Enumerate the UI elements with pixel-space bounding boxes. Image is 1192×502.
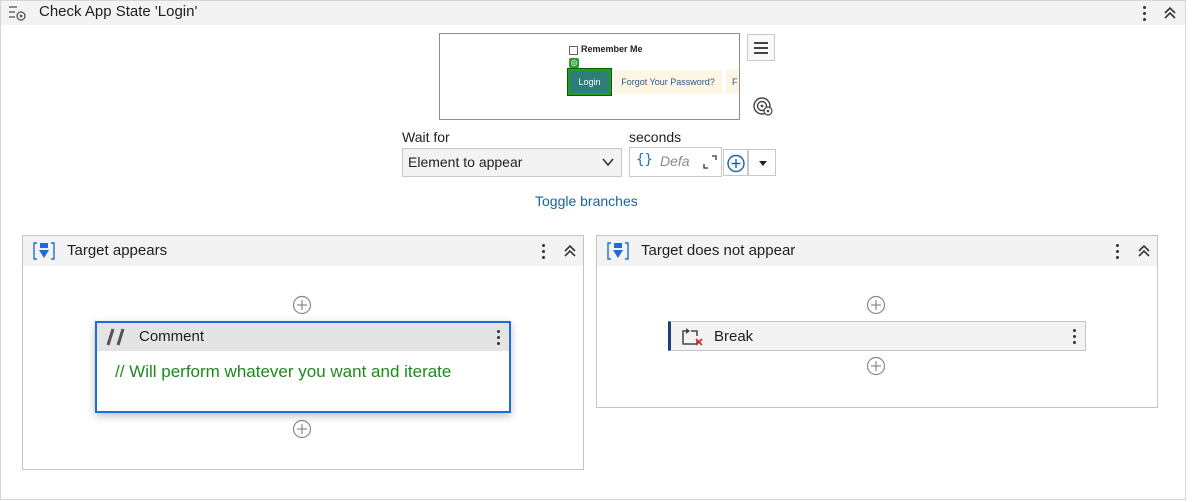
seconds-input[interactable]: {} Defa (629, 147, 722, 177)
more-options-icon[interactable] (538, 241, 548, 261)
login-button-preview: Login (567, 68, 612, 96)
cut-link-preview: F (726, 70, 739, 94)
branch-title: Target does not appear (641, 242, 796, 259)
collapse-icon[interactable] (562, 243, 578, 259)
menu-icon[interactable] (747, 34, 775, 61)
break-icon (682, 328, 703, 346)
caret-down-icon (759, 161, 767, 166)
seconds-label: seconds (629, 129, 682, 145)
add-variable-button[interactable] (723, 149, 748, 176)
collapse-icon[interactable] (1162, 5, 1178, 21)
more-options-icon[interactable] (1069, 326, 1079, 346)
add-circle-icon[interactable] (292, 295, 312, 315)
chevron-down-icon (602, 158, 614, 167)
wait-for-select[interactable]: Element to appear (402, 148, 622, 177)
seconds-placeholder: Defa (660, 153, 690, 169)
more-options-icon[interactable] (493, 327, 503, 347)
branch-header[interactable]: Target appears (23, 236, 583, 266)
remember-label-preview: Remember Me (581, 44, 643, 54)
add-circle-icon[interactable] (292, 419, 312, 439)
comment-text[interactable]: // Will perform whatever you want and it… (115, 360, 495, 384)
sequence-icon (33, 242, 55, 260)
target-marker-icon: ◎ (569, 58, 579, 68)
comment-icon (106, 328, 125, 346)
branch-title: Target appears (67, 242, 168, 259)
wait-for-selected: Element to appear (408, 154, 523, 170)
comment-title: Comment (139, 328, 205, 345)
comment-activity[interactable]: Comment // Will perform whatever you wan… (95, 321, 511, 413)
collapse-icon[interactable] (1136, 243, 1152, 259)
check-state-icon (9, 6, 26, 21)
more-options-icon[interactable] (1112, 241, 1122, 261)
forgot-link-preview: Forgot Your Password? (614, 70, 722, 94)
expression-icon: {} (636, 152, 653, 168)
remember-checkbox-preview (569, 46, 578, 55)
branch-header[interactable]: Target does not appear (597, 236, 1157, 266)
target-preview[interactable]: Remember Me ◎ Login Forgot Your Password… (439, 33, 740, 120)
more-options-icon[interactable] (1139, 3, 1149, 23)
activity-title: Check App State 'Login' (39, 3, 198, 20)
add-circle-icon[interactable] (866, 356, 886, 376)
activity-panel: Check App State 'Login' Remember Me ◎ Lo… (0, 0, 1186, 500)
sequence-icon (607, 242, 629, 260)
activity-header[interactable]: Check App State 'Login' (1, 1, 1185, 25)
comment-header[interactable]: Comment (97, 323, 509, 351)
wait-for-label: Wait for (402, 129, 450, 145)
target-icon[interactable] (752, 96, 774, 116)
break-activity[interactable]: Break (668, 321, 1086, 351)
break-title: Break (714, 328, 754, 345)
options-dropdown-button[interactable] (748, 149, 776, 176)
add-circle-icon (727, 154, 745, 173)
toggle-branches-link[interactable]: Toggle branches (535, 193, 638, 209)
add-circle-icon[interactable] (866, 295, 886, 315)
expand-editor-icon[interactable] (703, 155, 717, 169)
